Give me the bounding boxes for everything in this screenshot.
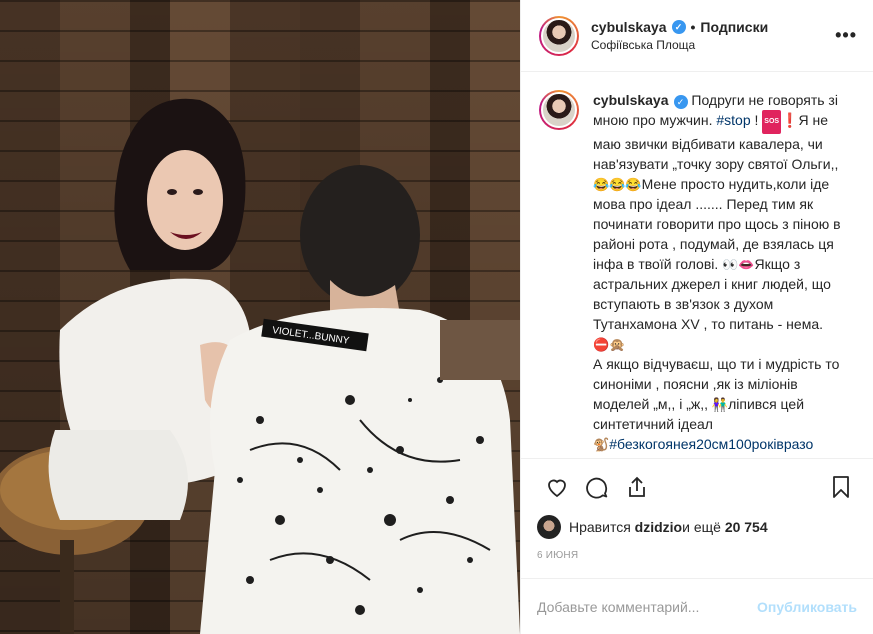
woman-eye-right	[193, 189, 203, 195]
photo-illustration: VIOLET...BUNNY	[0, 98, 520, 634]
avatar-image	[541, 17, 577, 54]
sos-emoji-icon: SOS	[762, 110, 782, 134]
heart-icon[interactable]	[537, 467, 577, 507]
author-avatar[interactable]	[539, 15, 579, 56]
author-meta: cybulskaya ✓ • Подписки Софіївська Площа	[591, 19, 835, 52]
bookmark-icon[interactable]	[821, 467, 861, 507]
post-date[interactable]: 6 июня	[521, 540, 873, 578]
hashtag-link[interactable]: #stop	[716, 112, 750, 128]
likes-prefix: Нравится	[569, 519, 631, 535]
post-location[interactable]: Софіївська Площа	[591, 38, 835, 52]
likes-middle: и ещё	[682, 519, 721, 535]
follow-separator: •	[690, 19, 696, 35]
comment-input[interactable]	[537, 598, 758, 615]
caption-author-avatar[interactable]	[539, 90, 579, 130]
monkey-emoji-icon: 🐒	[593, 437, 610, 452]
post-side-panel: cybulskaya ✓ • Подписки Софіївська Площа…	[520, 0, 873, 634]
eyes-lips-emoji-icon: 👀👄	[722, 257, 755, 272]
avatar-image	[541, 92, 577, 128]
more-options-icon[interactable]: •••	[835, 25, 857, 46]
man-head	[300, 165, 420, 305]
instagram-post: VIOLET...BUNNY cybulskaya ✓ • Подписки С…	[0, 0, 873, 634]
laughing-emoji-icon: 😂😂😂	[593, 177, 642, 192]
table	[440, 320, 520, 380]
likes-row: Нравится dzidzio и ещё 20 754	[521, 514, 873, 540]
post-photo[interactable]: VIOLET...BUNNY	[0, 0, 520, 634]
couple-emoji-icon: 👫	[711, 397, 729, 412]
following-button[interactable]: Подписки	[700, 19, 768, 35]
likes-count[interactable]: 20 754	[725, 519, 768, 535]
woman-eye-left	[167, 189, 177, 195]
no-entry-monkey-emoji-icon: ⛔🙊	[593, 337, 626, 352]
verified-badge-icon: ✓	[671, 20, 686, 34]
stool-leg	[60, 540, 74, 634]
post-header: cybulskaya ✓ • Подписки Софіївська Площа…	[521, 0, 873, 72]
exclamation-emoji-icon: ❗	[781, 112, 799, 128]
share-icon[interactable]	[617, 467, 657, 507]
caption-text: cybulskaya ✓ Подруги не говорять зі мною …	[593, 90, 857, 458]
comment-icon[interactable]	[577, 467, 617, 507]
author-line: cybulskaya ✓ • Подписки	[591, 19, 835, 35]
post-actions	[521, 458, 873, 514]
publish-button[interactable]: Опубликовать	[757, 599, 857, 615]
comments-section: cybulskaya ✓ Подруги не говорять зі мною …	[521, 72, 873, 458]
liker-username[interactable]: dzidzio	[635, 519, 682, 535]
liker-avatar[interactable]	[537, 515, 561, 539]
caption-part: !	[750, 112, 763, 128]
author-username[interactable]: cybulskaya	[591, 19, 667, 35]
post-caption: cybulskaya ✓ Подруги не говорять зі мною …	[539, 90, 857, 458]
caption-username[interactable]: cybulskaya	[593, 92, 669, 108]
hashtag-link[interactable]: #безкогоянея20см100роківразо місмертьвод…	[593, 436, 813, 458]
woman-legs	[48, 430, 188, 520]
add-comment-bar: Опубликовать	[521, 578, 873, 634]
verified-badge-icon: ✓	[673, 95, 688, 109]
